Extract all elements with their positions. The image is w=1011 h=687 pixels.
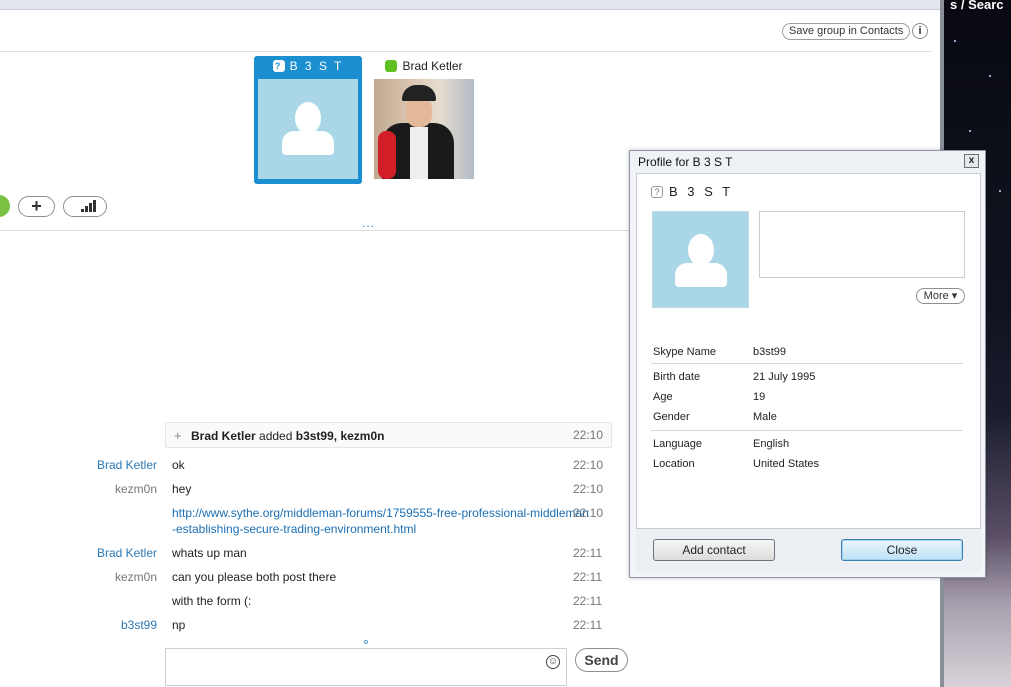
event-targets: b3st99, kezm0n (295, 429, 385, 443)
online-status-icon (385, 59, 398, 72)
scroll-indicator (364, 640, 368, 644)
wallpaper-title: s / Searc (950, 0, 1004, 12)
add-contact-button[interactable]: Add contact (653, 539, 775, 561)
message-sender[interactable]: kezm0n (0, 570, 157, 584)
signal-bars-icon[interactable] (63, 196, 107, 217)
participant-b3st[interactable]: ? B 3 S T (254, 56, 362, 184)
event-text: Brad Ketler added b3st99, kezm0n (191, 429, 384, 443)
message-input[interactable] (165, 648, 567, 686)
resize-handle[interactable]: ... (362, 217, 378, 229)
avatar-body-shape (282, 131, 334, 155)
avatar-photo (374, 79, 474, 179)
more-label: More (923, 290, 949, 302)
profile-avatar (652, 211, 749, 308)
unknown-status-icon: ? (272, 59, 285, 72)
profile-window: Profile for B 3 S T x ? B 3 S T More ▾ S… (629, 150, 986, 578)
profile-footer: Add contact Close (636, 529, 981, 573)
participant-name: B 3 S T (289, 58, 344, 73)
message-text: can you please both post there (172, 570, 337, 584)
message-text: with the form (: (172, 594, 252, 608)
profile-name-row: ? B 3 S T (651, 184, 733, 199)
field-divider (651, 430, 963, 431)
save-group-button[interactable]: Save group in Contacts (782, 23, 911, 40)
participant-name-row: Brad Ketler (370, 56, 478, 75)
participant-name: Brad Ketler (402, 58, 463, 73)
unknown-status-icon: ? (651, 185, 663, 198)
message-time: 22:11 (573, 618, 603, 632)
message-sender[interactable]: kezm0n (0, 482, 157, 496)
message-time: 22:10 (573, 506, 604, 520)
message-time: 22:10 (573, 458, 604, 472)
close-button[interactable]: Close (841, 539, 963, 561)
close-icon[interactable]: x (964, 154, 979, 168)
profile-display-name: B 3 S T (669, 184, 734, 199)
field-value-gender: Male (753, 411, 777, 423)
title-strip (0, 0, 943, 10)
message-link[interactable]: http://www.sythe.org/middleman-forums/17… (172, 505, 589, 537)
more-button[interactable]: More ▾ (916, 288, 965, 304)
add-participant-button[interactable]: + (18, 196, 55, 217)
field-value-language: English (753, 438, 790, 450)
message-sender[interactable]: Brad Ketler (0, 546, 157, 560)
message-time: 22:10 (573, 482, 604, 496)
call-button[interactable] (0, 195, 10, 217)
send-button[interactable]: Send (575, 648, 628, 672)
field-label-age: Age (653, 391, 673, 403)
plus-icon: + (174, 428, 182, 443)
profile-window-title: Profile for B 3 S T (638, 155, 733, 169)
header-divider (0, 51, 932, 52)
link-line-1[interactable]: http://www.sythe.org/middleman-forums/17… (172, 505, 589, 521)
event-verb: added (259, 429, 293, 443)
chevron-down-icon: ▾ (951, 290, 958, 302)
avatar-head-shape (295, 102, 321, 134)
event-actor: Brad Ketler (191, 429, 256, 443)
field-label-skype-name: Skype Name (653, 346, 716, 358)
participant-name-row: ? B 3 S T (254, 56, 362, 75)
smiley-icon[interactable]: ☺ (546, 655, 560, 669)
field-label-location: Location (653, 458, 695, 470)
field-label-gender: Gender (653, 411, 690, 423)
profile-body: ? B 3 S T More ▾ Skype Name b3st99 Birth… (636, 173, 981, 529)
field-value-age: 19 (753, 391, 766, 403)
field-label-birth-date: Birth date (653, 371, 701, 383)
default-avatar (258, 79, 358, 179)
field-divider (651, 363, 963, 364)
avatar-head-shape (688, 234, 714, 266)
link-line-2[interactable]: -establishing-secure-trading-environment… (172, 521, 589, 537)
message-sender[interactable]: Brad Ketler (0, 458, 157, 472)
field-label-language: Language (653, 438, 702, 450)
participant-brad-ketler[interactable]: Brad Ketler (370, 56, 478, 184)
avatar-body-shape (675, 263, 727, 287)
message-text: hey (172, 482, 192, 496)
profile-titlebar[interactable]: Profile for B 3 S T x (630, 151, 985, 172)
message-time: 22:11 (573, 546, 603, 560)
message-text: ok (172, 458, 185, 472)
message-sender[interactable]: b3st99 (0, 618, 157, 632)
field-value-location: United States (753, 458, 820, 470)
message-text: whats up man (172, 546, 247, 560)
message-time: 22:11 (573, 594, 603, 608)
message-time: 22:10 (573, 428, 604, 442)
field-value-skype-name: b3st99 (753, 346, 787, 358)
message-time: 22:11 (573, 570, 603, 584)
mood-message-box (759, 211, 965, 278)
field-value-birth-date: 21 July 1995 (753, 371, 816, 383)
info-icon[interactable]: i (912, 23, 928, 39)
chat-event: + Brad Ketler added b3st99, kezm0n (165, 422, 612, 448)
message-text: np (172, 618, 186, 632)
